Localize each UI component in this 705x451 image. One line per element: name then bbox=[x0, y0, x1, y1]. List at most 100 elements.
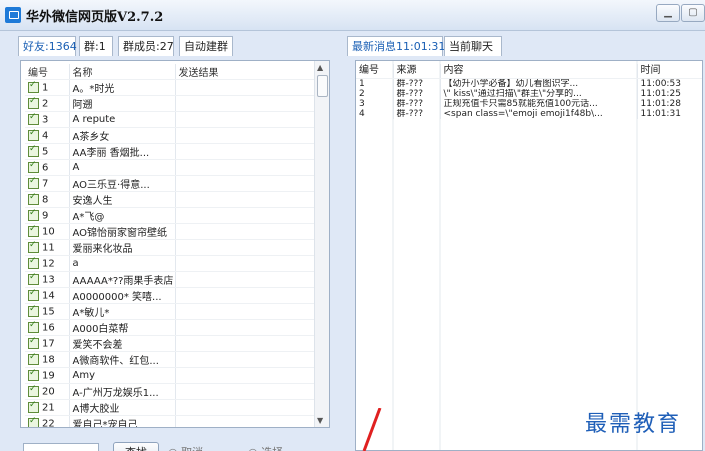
radio-select[interactable]: ○ 选择 bbox=[248, 444, 283, 451]
friend-row-number-cell: 7 bbox=[25, 175, 70, 192]
friend-number: 5 bbox=[42, 146, 49, 158]
friend-row-number-cell: 15 bbox=[25, 303, 70, 320]
message-row[interactable]: 4 群-??? <span class=\"emoji emoji1f48b\...… bbox=[356, 109, 702, 119]
radio-cancel-label: 取消 bbox=[181, 446, 203, 451]
friend-name: A-广州万龙娱乐1... bbox=[69, 383, 176, 400]
friend-checkbox[interactable] bbox=[28, 416, 39, 427]
friend-row[interactable]: 22 爱自己*宠自己 bbox=[25, 415, 321, 427]
friend-row[interactable]: 1 A。*时光 bbox=[25, 79, 321, 96]
column-header-name[interactable]: 名称 bbox=[69, 64, 176, 80]
column-header-time[interactable]: 时间 bbox=[637, 64, 702, 79]
friend-name: 阿遡 bbox=[69, 95, 176, 112]
friend-checkbox[interactable] bbox=[28, 272, 39, 285]
friend-name: 爱笑不会差 bbox=[69, 335, 176, 352]
friend-checkbox[interactable] bbox=[28, 320, 39, 333]
friend-checkbox[interactable] bbox=[28, 176, 39, 189]
message-table-header: 编号 来源 内容 时间 bbox=[356, 64, 702, 79]
column-header-send-result[interactable]: 发送结果 bbox=[175, 64, 321, 80]
friend-checkbox[interactable] bbox=[28, 112, 39, 125]
friend-row[interactable]: 15 A*敏儿* bbox=[25, 303, 321, 320]
message-content: 正规充值卡只需85就能充值100元话... bbox=[440, 99, 638, 109]
message-row[interactable]: 3 群-??? 正规充值卡只需85就能充值100元话... 11:01:28 bbox=[356, 99, 702, 109]
column-header-number[interactable]: 编号 bbox=[356, 64, 394, 79]
search-input[interactable] bbox=[23, 443, 99, 451]
friend-checkbox[interactable] bbox=[28, 336, 39, 349]
friend-row[interactable]: 6A bbox=[25, 159, 321, 176]
friend-send-result bbox=[175, 127, 321, 144]
friend-row-number-cell: 6 bbox=[25, 159, 70, 176]
friend-send-result bbox=[175, 95, 321, 112]
friend-list-scrollbar[interactable]: ▲ ▼ bbox=[314, 61, 329, 427]
friend-checkbox[interactable] bbox=[28, 304, 39, 317]
friend-checkbox[interactable] bbox=[28, 160, 39, 173]
friend-checkbox[interactable] bbox=[28, 224, 39, 237]
friend-name: a bbox=[69, 255, 176, 272]
scroll-down-icon[interactable]: ▼ bbox=[317, 416, 323, 425]
scroll-thumb[interactable] bbox=[317, 75, 328, 97]
friend-row[interactable]: 8 安逸人生 bbox=[25, 191, 321, 208]
friend-checkbox[interactable] bbox=[28, 192, 39, 205]
friend-send-result bbox=[175, 383, 321, 400]
column-header-content[interactable]: 内容 bbox=[440, 64, 638, 79]
friend-name: Amy bbox=[69, 367, 176, 384]
friend-row[interactable]: 4 A茶乡女 bbox=[25, 127, 321, 144]
radio-cancel[interactable]: ○ 取消 bbox=[168, 444, 203, 451]
friend-checkbox[interactable] bbox=[28, 144, 39, 157]
friend-row[interactable]: 17 爱笑不会差 bbox=[25, 335, 321, 352]
friend-row[interactable]: 3 A repute bbox=[25, 111, 321, 128]
tab-auto-create-group[interactable]: 自动建群 bbox=[179, 36, 233, 56]
maximize-button[interactable]: ▢ bbox=[681, 4, 705, 22]
friend-row[interactable]: 7 AO三乐豆·得意... bbox=[25, 175, 321, 192]
search-button[interactable]: 查找 bbox=[113, 442, 159, 451]
tab-group-members[interactable]: 群成员:27 bbox=[118, 36, 174, 56]
friend-name: A000白菜帮 bbox=[69, 319, 176, 336]
friend-row[interactable]: 14 A0000000* 笑嘻... bbox=[25, 287, 321, 304]
friend-number: 14 bbox=[42, 290, 55, 302]
friend-table-header: 编号 名称 发送结果 bbox=[25, 64, 321, 80]
message-row[interactable]: 2 群-??? \" kiss\"通过扫描\"群主\"分享的... 11:01:25 bbox=[356, 89, 702, 99]
friend-row[interactable]: 10 AO锦怡丽家窗帘壁纸 bbox=[25, 223, 321, 240]
friend-checkbox[interactable] bbox=[28, 208, 39, 221]
friend-send-result bbox=[175, 191, 321, 208]
friend-checkbox[interactable] bbox=[28, 288, 39, 301]
friend-name: AAAAA*??雨果手表店 bbox=[69, 271, 176, 288]
minimize-button[interactable]: ▁ bbox=[656, 4, 680, 22]
message-row[interactable]: 1 群-??? 【幼升小学必备】幼儿看图识字... 11:00:53 bbox=[356, 78, 702, 89]
friend-row[interactable]: 16 A000白菜帮 bbox=[25, 319, 321, 336]
friend-row-number-cell: 5 bbox=[25, 143, 70, 160]
friend-checkbox[interactable] bbox=[28, 368, 39, 381]
friend-row[interactable]: 2 阿遡 bbox=[25, 95, 321, 112]
friend-row[interactable]: 11 爱丽来化妆品 bbox=[25, 239, 321, 256]
friend-checkbox[interactable] bbox=[28, 80, 39, 93]
friend-row-number-cell: 10 bbox=[25, 223, 70, 240]
tab-groups[interactable]: 群:1 bbox=[79, 36, 113, 56]
friend-row[interactable]: 9 A*飞@ bbox=[25, 207, 321, 224]
friend-row[interactable]: 21 A博大胶业 bbox=[25, 399, 321, 416]
friend-checkbox[interactable] bbox=[28, 256, 39, 269]
tab-friends[interactable]: 好友:1364 bbox=[18, 36, 77, 56]
friend-checkbox[interactable] bbox=[28, 384, 39, 397]
tab-current-chat[interactable]: 当前聊天 bbox=[444, 36, 502, 56]
friend-checkbox[interactable] bbox=[28, 96, 39, 109]
friend-checkbox[interactable] bbox=[28, 128, 39, 141]
friend-name: AO锦怡丽家窗帘壁纸 bbox=[69, 223, 176, 240]
friend-number: 2 bbox=[42, 98, 49, 110]
friend-name: 安逸人生 bbox=[69, 191, 176, 208]
friend-row[interactable]: 18 A微商软件、红包... bbox=[25, 351, 321, 368]
friend-row[interactable]: 12 a bbox=[25, 255, 321, 272]
friend-checkbox[interactable] bbox=[28, 240, 39, 253]
message-list-panel: 编号 来源 内容 时间 1 群-??? 【幼升小学必备】幼儿看图识字... 11:0… bbox=[355, 60, 703, 451]
friend-row[interactable]: 13 AAAAA*??雨果手表店 bbox=[25, 271, 321, 288]
friend-checkbox[interactable] bbox=[28, 352, 39, 365]
friend-row-number-cell: 13 bbox=[25, 271, 70, 288]
friend-checkbox[interactable] bbox=[28, 400, 39, 413]
scroll-up-icon[interactable]: ▲ bbox=[317, 63, 323, 72]
friend-row[interactable]: 20 A-广州万龙娱乐1... bbox=[25, 383, 321, 400]
column-header-number[interactable]: 编号 bbox=[25, 64, 70, 80]
message-table-gridlines bbox=[392, 61, 638, 450]
tab-latest-messages[interactable]: 最新消息11:01:31 bbox=[347, 36, 445, 56]
column-header-source[interactable]: 来源 bbox=[393, 64, 441, 79]
friend-row[interactable]: 19 Amy bbox=[25, 367, 321, 384]
friend-row[interactable]: 5 AA李丽 香烟批... bbox=[25, 143, 321, 160]
friend-number: 19 bbox=[42, 370, 55, 382]
